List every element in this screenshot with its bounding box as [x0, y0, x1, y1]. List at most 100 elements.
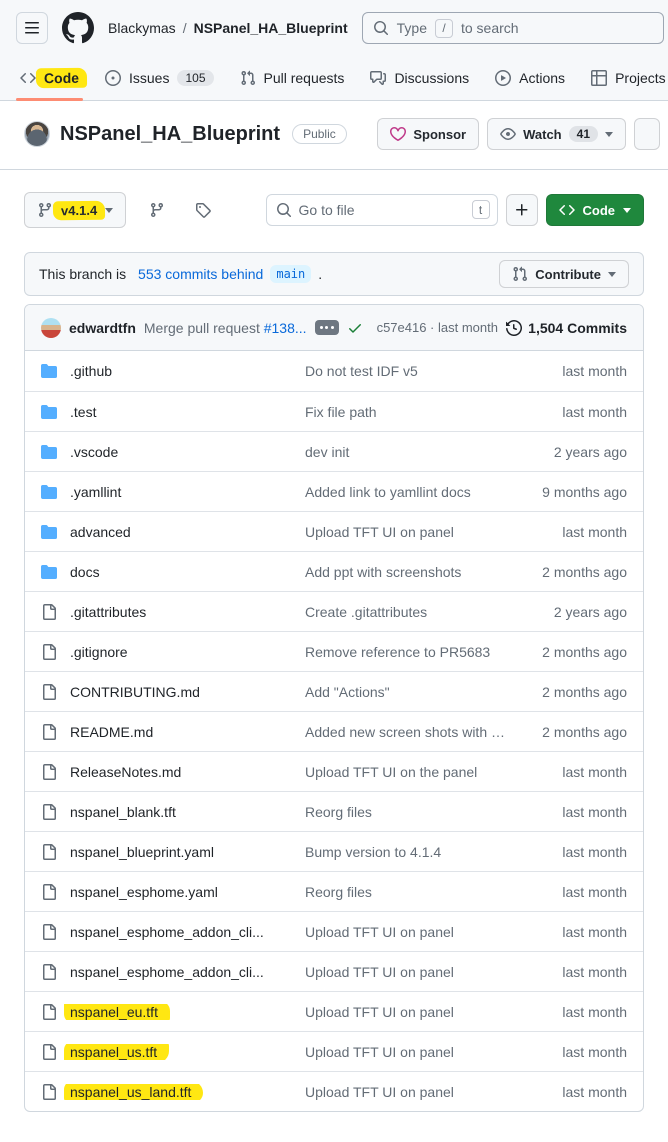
commit-message-cell[interactable]: Added new screen shots with pane... — [305, 724, 509, 740]
branches-link[interactable] — [140, 194, 174, 226]
contribute-button[interactable]: Contribute — [499, 260, 629, 288]
branch-selector-button[interactable]: v4.1.4 — [24, 192, 126, 228]
pr-link[interactable]: #138... — [264, 320, 307, 336]
commit-message-cell[interactable]: Fix file path — [305, 404, 509, 420]
file-name[interactable]: nspanel_us.tft — [64, 1044, 169, 1060]
file-name[interactable]: nspanel_blueprint.yaml — [70, 844, 214, 860]
commit-message-cell[interactable]: Remove reference to PR5683 — [305, 644, 509, 660]
watch-button[interactable]: Watch 41 — [487, 118, 626, 150]
commit-message[interactable]: Merge pull request #138... — [144, 320, 307, 336]
commit-message-cell[interactable]: Reorg files — [305, 804, 509, 820]
file-row[interactable]: nspanel_esphome.yaml Reorg files last mo… — [25, 871, 643, 911]
file-name[interactable]: nspanel_blank.tft — [70, 804, 176, 820]
tab-projects[interactable]: Projects — [581, 56, 668, 100]
breadcrumb: Blackymas / NSPanel_HA_Blueprint — [108, 20, 348, 36]
file-row[interactable]: nspanel_esphome_addon_cli... Upload TFT … — [25, 951, 643, 991]
breadcrumb-repo[interactable]: NSPanel_HA_Blueprint — [194, 20, 348, 36]
file-row[interactable]: advanced Upload TFT UI on panel last mon… — [25, 511, 643, 551]
file-row[interactable]: nspanel_esphome_addon_cli... Upload TFT … — [25, 911, 643, 951]
file-name[interactable]: ReleaseNotes.md — [70, 764, 181, 780]
file-name[interactable]: nspanel_esphome_addon_cli... — [70, 964, 264, 980]
tab-discussions[interactable]: Discussions — [360, 56, 479, 100]
git-pull-request-icon — [512, 266, 528, 282]
file-row[interactable]: nspanel_us.tft Upload TFT UI on panel la… — [25, 1031, 643, 1071]
tab-pull-requests[interactable]: Pull requests — [230, 56, 355, 100]
commit-message-cell[interactable]: Upload TFT UI on panel — [305, 924, 509, 940]
file-name[interactable]: nspanel_us_land.tft — [64, 1084, 203, 1100]
file-name[interactable]: docs — [70, 564, 100, 580]
global-search-input[interactable]: Type / to search — [362, 12, 664, 44]
file-row[interactable]: nspanel_eu.tft Upload TFT UI on panel la… — [25, 991, 643, 1031]
commit-message-cell[interactable]: Add ppt with screenshots — [305, 564, 509, 580]
commit-message-cell[interactable]: Create .gitattributes — [305, 604, 509, 620]
file-name[interactable]: CONTRIBUTING.md — [70, 684, 200, 700]
commit-message-cell[interactable]: Added link to yamllint docs — [305, 484, 509, 500]
commit-ellipsis-button[interactable] — [315, 320, 339, 335]
file-name[interactable]: nspanel_esphome_addon_cli... — [70, 924, 264, 940]
sponsor-button[interactable]: Sponsor — [377, 118, 479, 150]
tab-issues[interactable]: Issues 105 — [95, 56, 224, 100]
file-row[interactable]: .gitattributes Create .gitattributes 2 y… — [25, 591, 643, 631]
commit-sha-date[interactable]: c57e416 · last month — [377, 320, 498, 335]
commit-author[interactable]: edwardtfn — [69, 320, 136, 336]
file-row[interactable]: nspanel_us_land.tft Upload TFT UI on pan… — [25, 1071, 643, 1111]
file-row[interactable]: nspanel_blueprint.yaml Bump version to 4… — [25, 831, 643, 871]
file-name[interactable]: nspanel_esphome.yaml — [70, 884, 218, 900]
file-row[interactable]: .github Do not test IDF v5 last month — [25, 351, 643, 391]
file-row[interactable]: README.md Added new screen shots with pa… — [25, 711, 643, 751]
commit-message-cell[interactable]: Bump version to 4.1.4 — [305, 844, 509, 860]
commit-message-cell[interactable]: Upload TFT UI on panel — [305, 524, 509, 540]
commit-message-cell[interactable]: Add "Actions" — [305, 684, 509, 700]
file-name[interactable]: .yamllint — [70, 484, 121, 500]
commit-message-cell[interactable]: Reorg files — [305, 884, 509, 900]
file-icon — [41, 1004, 57, 1020]
tab-actions[interactable]: Actions — [485, 56, 575, 100]
file-name[interactable]: .gitignore — [70, 644, 128, 660]
file-name[interactable]: .github — [70, 363, 112, 379]
commit-message-cell[interactable]: Upload TFT UI on panel — [305, 1084, 509, 1100]
fork-button-clipped[interactable] — [634, 118, 660, 150]
commit-message-cell[interactable]: Upload TFT UI on panel — [305, 964, 509, 980]
file-name-cell: CONTRIBUTING.md — [41, 684, 305, 700]
git-branch-icon — [37, 202, 53, 218]
check-icon[interactable] — [347, 320, 363, 336]
file-name[interactable]: advanced — [70, 524, 131, 540]
tags-link[interactable] — [186, 194, 220, 226]
add-file-button[interactable] — [506, 194, 538, 226]
file-row[interactable]: .yamllint Added link to yamllint docs 9 … — [25, 471, 643, 511]
commit-date-cell: last month — [509, 924, 627, 940]
code-download-button[interactable]: Code — [546, 194, 645, 226]
commit-message-cell[interactable]: Upload TFT UI on panel — [305, 1004, 509, 1020]
sponsor-label: Sponsor — [413, 127, 466, 142]
commit-history-link[interactable]: 1,504 Commits — [506, 320, 627, 336]
file-name[interactable]: .vscode — [70, 444, 118, 460]
git-branch-icon — [149, 202, 165, 218]
file-row[interactable]: nspanel_blank.tft Reorg files last month — [25, 791, 643, 831]
repo-title[interactable]: NSPanel_HA_Blueprint — [60, 123, 280, 146]
commit-message-cell[interactable]: Upload TFT UI on the panel — [305, 764, 509, 780]
commit-message-cell[interactable]: dev init — [305, 444, 509, 460]
commit-date-cell: last month — [509, 1044, 627, 1060]
tab-code[interactable]: Code — [10, 56, 89, 100]
main-branch-badge[interactable]: main — [270, 265, 311, 283]
github-logo-icon[interactable] — [62, 12, 94, 44]
file-row[interactable]: CONTRIBUTING.md Add "Actions" 2 months a… — [25, 671, 643, 711]
file-name[interactable]: README.md — [70, 724, 153, 740]
file-name[interactable]: nspanel_eu.tft — [64, 1004, 170, 1020]
repo-owner-avatar[interactable] — [24, 121, 50, 147]
file-row[interactable]: docs Add ppt with screenshots 2 months a… — [25, 551, 643, 591]
breadcrumb-owner[interactable]: Blackymas — [108, 20, 176, 36]
file-row[interactable]: .test Fix file path last month — [25, 391, 643, 431]
file-row[interactable]: .vscode dev init 2 years ago — [25, 431, 643, 471]
file-row[interactable]: ReleaseNotes.md Upload TFT UI on the pan… — [25, 751, 643, 791]
file-name[interactable]: .test — [70, 404, 96, 420]
hamburger-menu-button[interactable] — [16, 12, 48, 44]
commit-author-avatar[interactable] — [41, 318, 61, 338]
file-name[interactable]: .gitattributes — [70, 604, 146, 620]
file-row[interactable]: .gitignore Remove reference to PR5683 2 … — [25, 631, 643, 671]
commits-behind-link[interactable]: 553 commits behind — [138, 266, 263, 282]
watch-label: Watch — [523, 127, 562, 142]
commit-message-cell[interactable]: Do not test IDF v5 — [305, 363, 509, 379]
commit-message-cell[interactable]: Upload TFT UI on panel — [305, 1044, 509, 1060]
go-to-file-input[interactable] — [266, 194, 498, 226]
